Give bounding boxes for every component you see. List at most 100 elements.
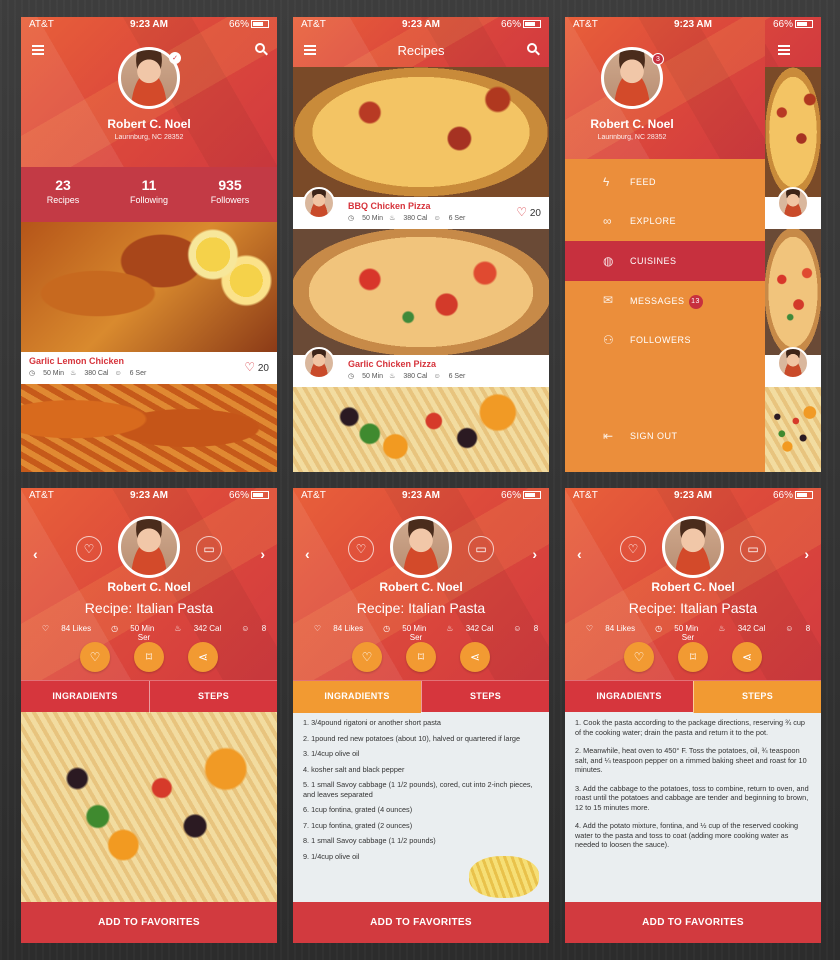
recipe-card-bar[interactable]: BBQ Chicken Pizza ◷ 50 Min ♨ 380 Cal ☺ 6 S… <box>293 187 549 229</box>
avatar[interactable] <box>303 347 335 379</box>
heart-icon: ♡ <box>585 624 594 633</box>
stat-following[interactable]: 11 Following <box>114 177 184 205</box>
profile-screen: AT&T 9:23 AM 66% ✓ Robert C. Noel Laurinbu… <box>21 17 277 472</box>
menu-icon[interactable] <box>778 45 790 55</box>
tab-bar: INGRADIENTS STEPS <box>565 680 821 713</box>
share-button[interactable]: ⋖ <box>732 642 762 672</box>
sign-out-icon: ⇤ <box>603 429 614 443</box>
recipe-ingredients-screen: AT&T 9:23 AM 66% ‹ ♡ ▭ › Robert C. Noel Re… <box>293 488 549 943</box>
battery-level: 66% <box>772 19 793 30</box>
list-item: 7. 1cup fontina, grated (2 ounces) <box>303 820 413 830</box>
users-icon: ☺ <box>433 215 441 222</box>
chevron-right-icon[interactable]: › <box>804 546 809 562</box>
recipe-image-2[interactable] <box>21 384 277 472</box>
chevron-right-icon[interactable]: › <box>532 546 537 562</box>
step-item: 1. Cook the pasta according to the packa… <box>575 718 805 737</box>
battery-level: 66% <box>228 490 249 501</box>
status-bar: AT&T 9:23 AM 66% <box>565 488 821 504</box>
share-icon: ⋖ <box>197 650 209 664</box>
profile-name: Robert C. Noel <box>107 117 191 131</box>
menu-icon[interactable] <box>32 45 44 55</box>
bookmark-button[interactable]: ⌑ <box>406 642 436 672</box>
tab-steps[interactable]: STEPS <box>149 681 277 713</box>
share-button[interactable]: ⋖ <box>188 642 218 672</box>
step-item: 4. Add the potato mixture, fontina, and … <box>575 821 799 849</box>
chevron-left-icon[interactable]: ‹ <box>33 546 38 562</box>
add-to-favorites-button[interactable]: ADD TO FAVORITES <box>21 902 277 943</box>
heart-icon[interactable]: ♡ <box>620 536 646 562</box>
recipe-title: Recipe: Italian Pasta <box>628 600 758 616</box>
menu-item-followers[interactable]: ⚇ FOLLOWERS <box>565 320 765 360</box>
share-icon: ⋖ <box>741 650 753 664</box>
menu-item-signout[interactable]: ⇤ SIGN OUT <box>565 416 765 456</box>
recipe-image[interactable] <box>293 229 549 355</box>
menu-item-cuisines[interactable]: ◍ CUISINES <box>565 241 765 281</box>
recipe-image <box>21 712 277 902</box>
content-peek[interactable] <box>765 17 821 472</box>
share-button[interactable]: ⋖ <box>460 642 490 672</box>
tab-steps[interactable]: STEPS <box>693 681 821 713</box>
recipe-image[interactable] <box>21 222 277 352</box>
avatar[interactable] <box>118 516 180 578</box>
tab-steps[interactable]: STEPS <box>421 681 549 713</box>
bookmark-button[interactable]: ⌑ <box>134 642 164 672</box>
stat-followers[interactable]: 935 Followers <box>195 177 265 205</box>
chevron-right-icon[interactable]: › <box>260 546 265 562</box>
tab-ingredients[interactable]: INGRADIENTS <box>565 681 693 713</box>
tab-ingredients[interactable]: INGRADIENTS <box>21 681 149 713</box>
battery-icon <box>523 491 541 499</box>
steps-list: 1. Cook the pasta according to the packa… <box>565 712 821 902</box>
message-icon[interactable]: ▭ <box>196 536 222 562</box>
recipe-title: BBQ Chicken Pizza <box>348 201 431 211</box>
battery-icon <box>795 491 813 499</box>
recipe-image[interactable] <box>293 67 549 197</box>
bookmark-button[interactable]: ⌑ <box>678 642 708 672</box>
recipe-card-bar[interactable]: Garlic Chicken Pizza ◷ 50 Min ♨ 380 Cal ☺ … <box>293 347 549 387</box>
menu-item-explore[interactable]: ∞ EXPLORE <box>565 201 765 241</box>
stat-recipes[interactable]: 23 Recipes <box>28 177 98 205</box>
search-icon[interactable] <box>255 43 265 53</box>
menu-item-messages[interactable]: ✉ MESSAGES 13 <box>565 280 765 320</box>
avatar[interactable] <box>390 516 452 578</box>
clock-icon: ◷ <box>383 624 391 633</box>
heart-icon[interactable]: ♡ <box>348 536 374 562</box>
recipe-card-bar[interactable]: Garlic Lemon Chicken ◷ 50 Min ♨ 380 Cal ☺ … <box>21 352 277 384</box>
like-button[interactable]: ♡ <box>352 642 382 672</box>
message-icon[interactable]: ▭ <box>740 536 766 562</box>
tab-bar: INGRADIENTS STEPS <box>21 680 277 713</box>
share-icon: ⋖ <box>469 650 481 664</box>
flame-icon: ♨ <box>70 370 77 377</box>
chevron-left-icon[interactable]: ‹ <box>577 546 582 562</box>
like-button[interactable]: ♡ <box>624 642 654 672</box>
like-button[interactable]: ♡ <box>80 642 110 672</box>
heart-icon: ♡ <box>41 624 50 633</box>
message-icon[interactable]: ▭ <box>468 536 494 562</box>
peek-image <box>765 67 821 197</box>
users-icon: ☺ <box>114 370 122 377</box>
profile-stats: 23 Recipes 11 Following 935 Followers <box>21 167 277 222</box>
heart-icon: ♡ <box>244 360 256 374</box>
chevron-left-icon[interactable]: ‹ <box>305 546 310 562</box>
bookmark-icon: ⌑ <box>689 650 697 664</box>
bookmark-icon: ⌑ <box>417 650 425 664</box>
tab-ingredients[interactable]: INGRADIENTS <box>293 681 421 713</box>
avatar[interactable] <box>303 187 335 219</box>
flame-icon: ♨ <box>389 373 396 380</box>
likes-count[interactable]: ♡ 20 <box>516 205 541 219</box>
clock-icon: ◷ <box>348 373 355 380</box>
recipe-image[interactable] <box>293 387 549 472</box>
add-to-favorites-button[interactable]: ADD TO FAVORITES <box>293 902 549 943</box>
likes-count[interactable]: ♡ 20 <box>244 360 269 374</box>
profile-name: Robert C. Noel <box>379 580 463 594</box>
avatar <box>777 347 809 379</box>
battery-level: 66% <box>500 490 521 501</box>
avatar[interactable] <box>662 516 724 578</box>
menu-item-feed[interactable]: ϟ FEED <box>565 162 765 202</box>
step-item: 3. Add the cabbage to the potatoes, toss… <box>575 783 809 812</box>
search-icon[interactable] <box>527 43 537 53</box>
add-to-favorites-button[interactable]: ADD TO FAVORITES <box>565 902 821 943</box>
list-item: 3. 1/4cup olive oil <box>303 749 360 758</box>
binoculars-icon: ∞ <box>603 214 613 228</box>
heart-icon[interactable]: ♡ <box>76 536 102 562</box>
peek-image <box>765 387 821 472</box>
